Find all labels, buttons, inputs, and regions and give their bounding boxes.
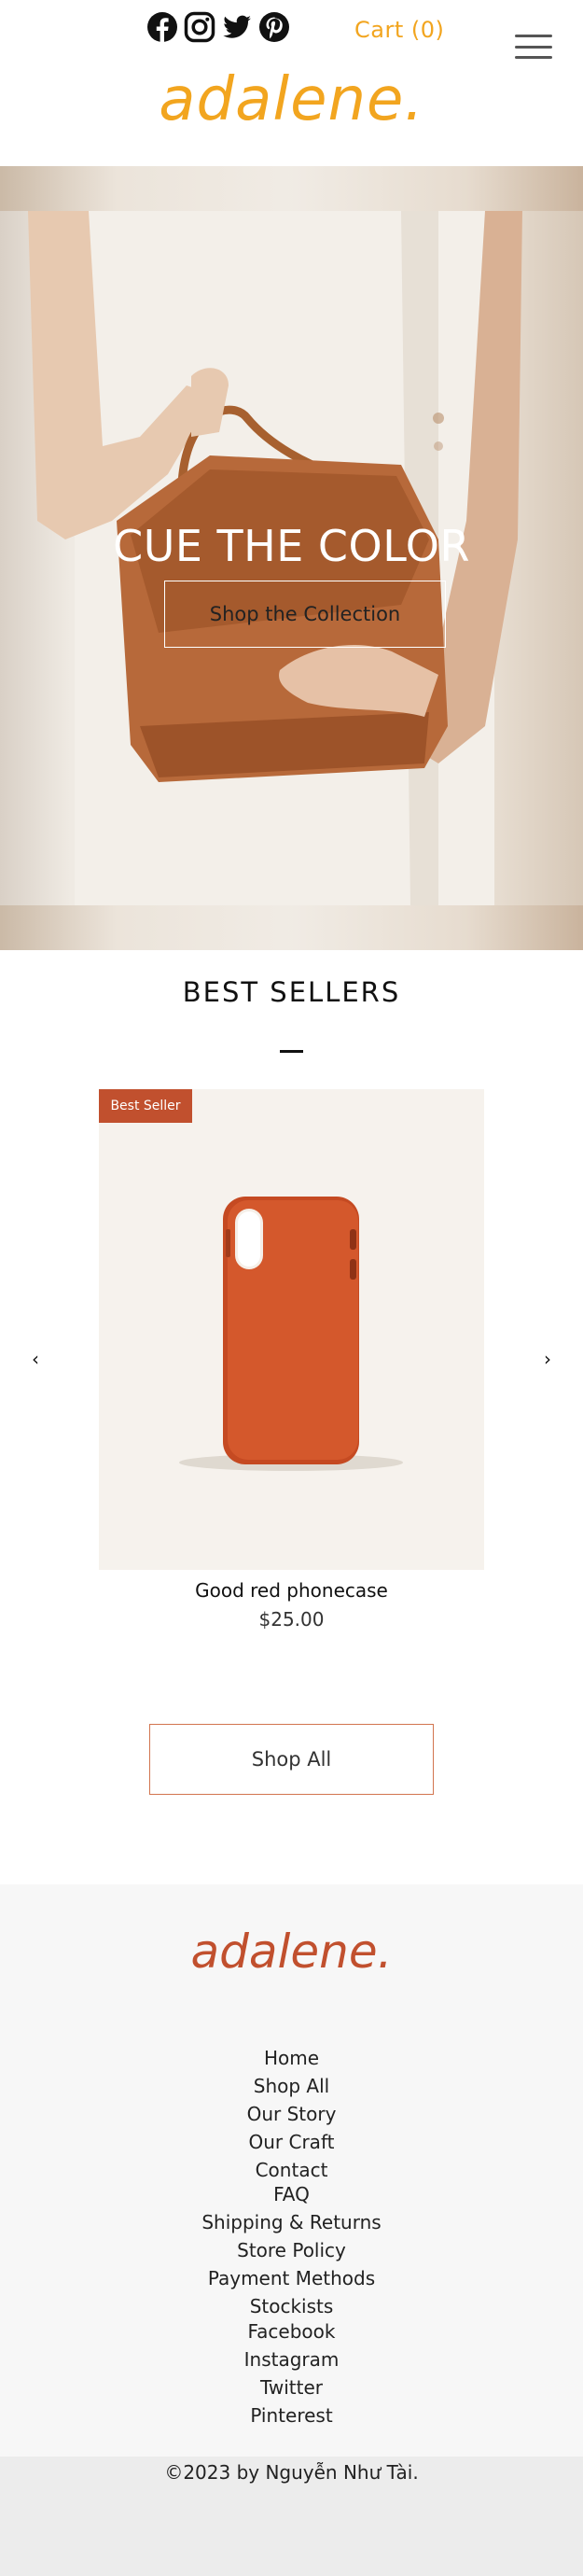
shop-collection-button[interactable]: Shop the Collection bbox=[164, 581, 446, 648]
hero-title: CUE THE COLOR bbox=[113, 521, 470, 571]
hero-banner: CUE THE COLOR Shop the Collection bbox=[0, 166, 583, 950]
product-price: $25.00 bbox=[258, 1608, 325, 1631]
footer-link-instagram[interactable]: Instagram bbox=[0, 2348, 583, 2371]
footer-link-contact[interactable]: Contact bbox=[0, 2159, 583, 2181]
section-divider bbox=[280, 1050, 303, 1053]
footer-link-shop-all[interactable]: Shop All bbox=[0, 2075, 583, 2097]
menu-icon-bar bbox=[515, 56, 552, 59]
pinterest-icon[interactable] bbox=[258, 11, 290, 43]
footer-link-home[interactable]: Home bbox=[0, 2047, 583, 2069]
instagram-icon[interactable] bbox=[184, 11, 215, 43]
footer-link-stockists[interactable]: Stockists bbox=[0, 2295, 583, 2317]
menu-icon-bar bbox=[515, 45, 552, 49]
footer-link-our-story[interactable]: Our Story bbox=[0, 2103, 583, 2125]
footer-link-payment-methods[interactable]: Payment Methods bbox=[0, 2267, 583, 2289]
product-name[interactable]: Good red phonecase bbox=[0, 1579, 583, 1602]
footer-link-faq[interactable]: FAQ bbox=[0, 2183, 583, 2205]
copyright-text: ©2023 by Nguyễn Như Tài. bbox=[164, 2461, 419, 2484]
footer-link-facebook[interactable]: Facebook bbox=[0, 2320, 583, 2343]
footer-link-shipping-returns[interactable]: Shipping & Returns bbox=[0, 2211, 583, 2233]
product-card[interactable] bbox=[99, 1089, 484, 1570]
shop-all-button[interactable]: Shop All bbox=[149, 1724, 434, 1795]
social-links bbox=[146, 11, 290, 43]
cart-link[interactable]: Cart (0) bbox=[354, 17, 444, 43]
footer-link-pinterest[interactable]: Pinterest bbox=[0, 2404, 583, 2427]
product-image bbox=[179, 1197, 403, 1471]
footer-link-store-policy[interactable]: Store Policy bbox=[0, 2239, 583, 2261]
best-seller-badge: Best Seller bbox=[99, 1089, 192, 1123]
twitter-icon[interactable] bbox=[221, 11, 253, 43]
best-sellers-title: BEST SELLERS bbox=[182, 976, 401, 1008]
chevron-right-icon[interactable]: › bbox=[536, 1348, 559, 1370]
facebook-icon[interactable] bbox=[146, 11, 178, 43]
footer-link-our-craft[interactable]: Our Craft bbox=[0, 2131, 583, 2153]
footer-link-twitter[interactable]: Twitter bbox=[0, 2376, 583, 2399]
chevron-left-icon[interactable]: ‹ bbox=[24, 1348, 47, 1370]
site-logo[interactable]: adalene. bbox=[0, 65, 583, 134]
menu-icon-bar bbox=[515, 35, 552, 37]
menu-icon[interactable] bbox=[515, 35, 552, 59]
site-header: Cart (0) adalene. bbox=[0, 0, 583, 166]
footer-logo[interactable]: adalene. bbox=[0, 1925, 583, 1979]
